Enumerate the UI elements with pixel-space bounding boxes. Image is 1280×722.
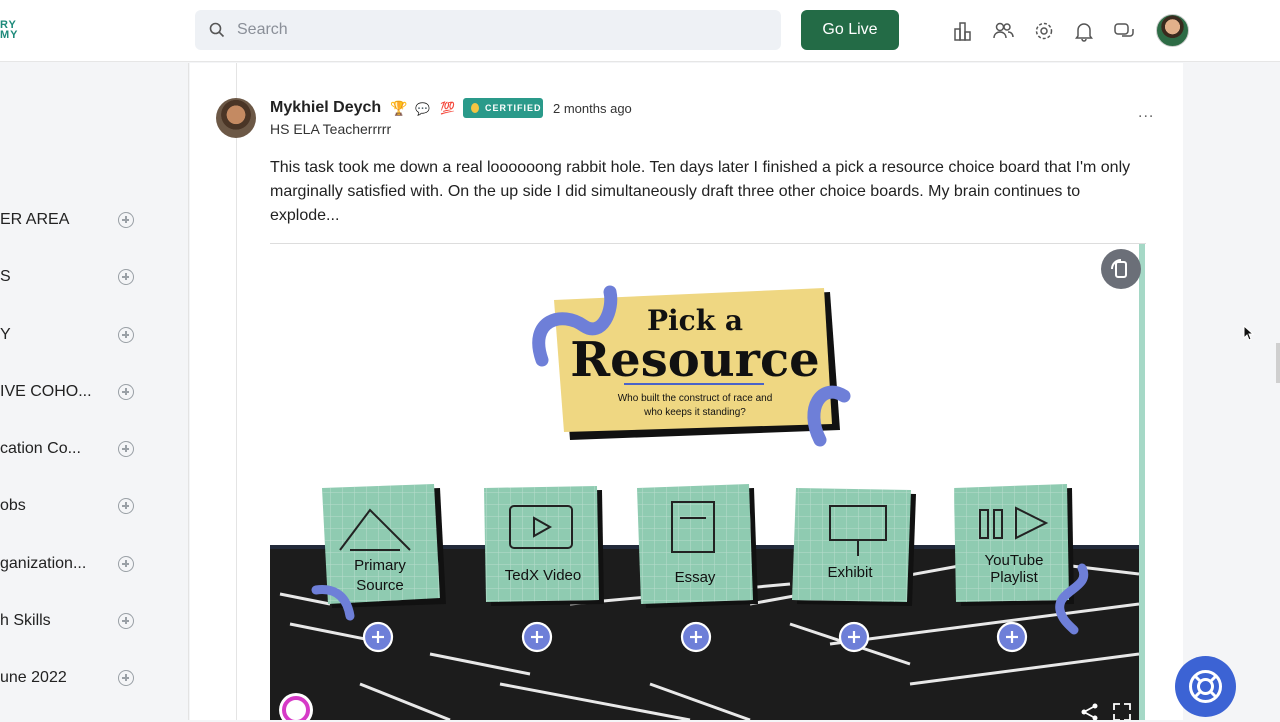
add-circle-icon[interactable] — [118, 441, 134, 457]
add-circle-icon[interactable] — [118, 212, 134, 228]
sidebar-item-label: cation Co... — [0, 440, 81, 457]
author-role: HS ELA Teacherrrrr — [270, 121, 392, 137]
card-label-youtube-playlist: YouTube Playlist — [962, 552, 1066, 586]
card-label-line-1: Primary — [354, 557, 406, 574]
card-label-line-2: Playlist — [990, 569, 1038, 586]
thread-line — [236, 63, 237, 720]
sidebar-item-6[interactable]: obs — [0, 491, 189, 521]
author-name[interactable]: Mykhiel Deych — [270, 99, 381, 117]
post-body: This task took me down a real loooooong … — [270, 159, 1131, 224]
add-circle-icon[interactable] — [118, 498, 134, 514]
embed-edge — [1139, 244, 1145, 720]
go-live-button[interactable]: Go Live — [801, 10, 899, 50]
sidebar-item-label: une 2022 — [0, 669, 67, 686]
sidebar-item-label: h Skills — [0, 612, 51, 629]
board-subtitle: Who built the construct of race and who … — [580, 392, 810, 420]
rotate-device-icon — [1111, 259, 1127, 278]
search-icon — [209, 22, 225, 38]
board-subtitle-line-2: who keeps it standing? — [644, 407, 746, 418]
card-label-essay: Essay — [645, 569, 745, 586]
sidebar-item-label: Y — [0, 326, 11, 343]
sidebar-item-1[interactable]: ER AREA — [0, 205, 189, 235]
card-label-exhibit: Exhibit — [800, 564, 900, 581]
sidebar-item-9[interactable]: une 2022 — [0, 663, 189, 693]
sidebar-item-label: obs — [0, 497, 26, 514]
card-label-line-1: YouTube — [984, 552, 1044, 569]
board-subtitle-line-1: Who built the construct of race and — [617, 393, 773, 404]
lifebuoy-icon — [1189, 670, 1222, 703]
add-circle-icon[interactable] — [118, 384, 134, 400]
card-label-primary-source: Primary Source — [330, 556, 430, 596]
card-label-line-2: Source — [356, 577, 404, 594]
sidebar-item-4[interactable]: IVE COHO... — [0, 377, 189, 407]
sidebar-item-8[interactable]: h Skills — [0, 606, 189, 636]
medal-icon — [471, 103, 479, 113]
card-label-tedx-video: TedX Video — [488, 567, 598, 584]
certified-label: CERTIFIED — [485, 103, 542, 113]
user-avatar[interactable] — [1156, 14, 1189, 47]
add-circle-icon[interactable] — [118, 613, 134, 629]
share-icon[interactable] — [1080, 702, 1100, 720]
card-label-line-1: Exhibit — [827, 564, 873, 581]
card-label-line-1: Essay — [674, 569, 716, 586]
add-circle-icon[interactable] — [118, 556, 134, 572]
scrollbar[interactable] — [1276, 343, 1280, 383]
hundred-points-icon: 💯 — [440, 101, 455, 115]
analytics-icon[interactable] — [952, 20, 974, 42]
search-input[interactable] — [237, 10, 767, 50]
sidebar-item-label: S — [0, 268, 11, 285]
search-bar[interactable] — [195, 10, 781, 50]
speech-bubble-icon: 💬 — [415, 102, 430, 116]
gear-icon[interactable] — [1033, 20, 1055, 42]
mouse-cursor-icon — [1243, 325, 1255, 341]
sidebar-item-label: ER AREA — [0, 211, 70, 228]
more-options-button[interactable]: ... — [1138, 104, 1154, 122]
post-timestamp[interactable]: 2 months ago — [553, 101, 632, 116]
logo-line-2: MY — [0, 29, 19, 41]
sidebar: ER AREA S Y IVE COHO... cation Co... obs… — [0, 63, 189, 720]
sidebar-item-3[interactable]: Y — [0, 320, 189, 350]
board-title: Pick a Resource — [550, 306, 840, 388]
hotspot-plus-icons[interactable] — [270, 618, 1139, 658]
rotate-device-button[interactable] — [1101, 249, 1141, 289]
add-circle-icon[interactable] — [118, 670, 134, 686]
sidebar-item-7[interactable]: ganization... — [0, 549, 189, 579]
add-circle-icon[interactable] — [118, 327, 134, 343]
genially-logo-icon[interactable] — [278, 692, 314, 720]
author-avatar[interactable] — [216, 98, 256, 138]
sidebar-item-5[interactable]: cation Co... — [0, 434, 189, 464]
top-bar: RY MY Go Live — [0, 0, 1280, 62]
embedded-image[interactable]: Pick a Resource Who built the construct … — [270, 244, 1139, 720]
sidebar-item-label: IVE COHO... — [0, 383, 92, 400]
card-label-line-1: TedX Video — [504, 567, 582, 584]
logo[interactable]: RY MY — [0, 20, 19, 41]
sidebar-item-2[interactable]: S — [0, 262, 189, 292]
sidebar-item-label: ganization... — [0, 555, 87, 572]
certified-badge: CERTIFIED — [463, 98, 543, 118]
help-button[interactable] — [1175, 656, 1236, 717]
messages-icon[interactable] — [1113, 20, 1135, 42]
members-icon[interactable] — [992, 20, 1014, 42]
trophy-icon: 🏆 — [390, 100, 408, 116]
add-circle-icon[interactable] — [118, 269, 134, 285]
board-title-line-2: Resource — [570, 332, 820, 388]
bell-icon[interactable] — [1073, 20, 1095, 42]
fullscreen-icon[interactable] — [1112, 702, 1132, 720]
